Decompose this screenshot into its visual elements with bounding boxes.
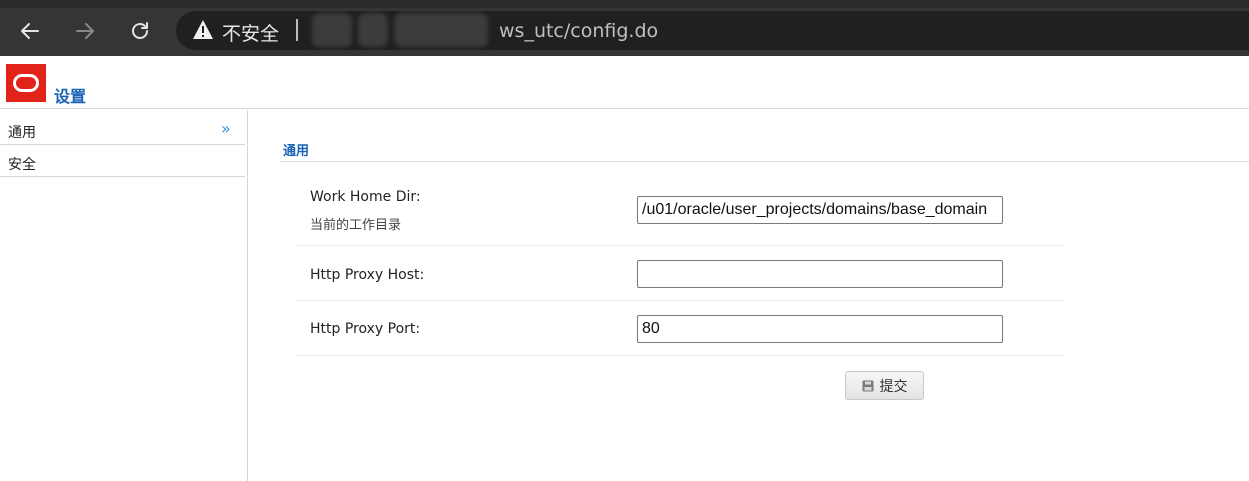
work-home-dir-description: 当前的工作目录 (310, 218, 402, 233)
reload-button[interactable] (123, 14, 157, 48)
reload-icon (132, 22, 148, 39)
page-title: 设置 (54, 87, 87, 106)
back-button[interactable] (13, 14, 47, 48)
tab-strip (0, 0, 1249, 8)
work-home-dir-input[interactable]: /u01/oracle/user_projects/domains/base_d… (637, 196, 1003, 224)
forward-button[interactable] (68, 14, 102, 48)
redacted-url-block (394, 13, 488, 47)
double-chevron-right-icon: » (221, 119, 231, 138)
row-divider (296, 245, 1064, 246)
sidebar-item-general[interactable]: 通用 » (0, 113, 245, 145)
warning-icon[interactable] (192, 18, 214, 42)
arrow-left-icon (21, 23, 39, 39)
sidebar-item-security[interactable]: 安全 (0, 145, 245, 177)
submit-button-label: 提交 (879, 378, 908, 395)
http-proxy-host-input[interactable] (637, 260, 1003, 288)
sidebar-item-label: 安全 (8, 157, 36, 173)
http-proxy-host-label: Http Proxy Host: (310, 267, 425, 283)
section-title: 通用 (283, 144, 310, 159)
http-proxy-port-input[interactable]: 80 (637, 315, 1003, 343)
security-status-label[interactable]: 不安全 (222, 19, 279, 46)
header-divider (0, 108, 1249, 109)
submit-button[interactable]: 提交 (845, 371, 924, 400)
redacted-url-block (358, 13, 388, 47)
work-home-dir-label: Work Home Dir: (310, 189, 421, 205)
sidebar: 通用 » 安全 (0, 110, 248, 481)
url-path[interactable]: ws_utc/config.do (499, 20, 658, 42)
oracle-logo (6, 64, 46, 102)
save-icon (862, 380, 873, 391)
arrow-right-icon (76, 23, 94, 39)
section-divider (280, 161, 1249, 162)
http-proxy-port-label: Http Proxy Port: (310, 321, 421, 337)
redacted-url-block (312, 13, 352, 47)
address-separator (296, 19, 298, 41)
row-divider (296, 300, 1064, 301)
row-divider (296, 355, 1064, 356)
sidebar-item-label: 通用 (8, 125, 36, 141)
logo-ring-icon (13, 74, 39, 92)
